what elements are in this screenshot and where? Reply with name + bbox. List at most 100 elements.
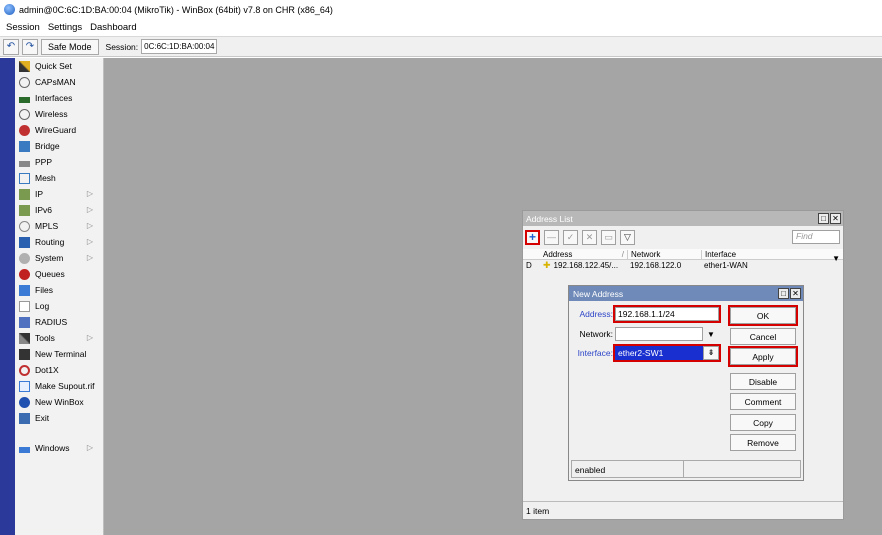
dot1x-icon <box>19 364 30 376</box>
interface-select[interactable]: ether2-SW1 <box>615 346 703 360</box>
copy-button[interactable]: Copy <box>730 414 796 431</box>
sidebar-brand-strip <box>0 58 15 535</box>
sidebar-item-label: New WinBox <box>35 397 84 407</box>
routing-icon <box>19 236 30 248</box>
comment-icon: ▭ <box>604 231 613 242</box>
menu-dashboard[interactable]: Dashboard <box>90 22 136 33</box>
cancel-button[interactable]: Cancel <box>730 328 796 345</box>
column-header-address[interactable]: Address / <box>541 250 627 259</box>
sidebar-item-queues[interactable]: Queues <box>15 266 103 282</box>
sidebar-item-new-terminal[interactable]: New Terminal <box>15 346 103 362</box>
close-button[interactable]: ✕ <box>830 213 841 224</box>
sidebar-item-ipv6[interactable]: IPv6 ▷ <box>15 202 103 218</box>
address-field[interactable]: 192.168.1.1/24 <box>613 305 721 323</box>
sidebar-item-interfaces[interactable]: Interfaces <box>15 90 103 106</box>
mesh-icon <box>19 172 30 184</box>
remove-button[interactable]: — <box>544 229 559 245</box>
address-list-toolbar: + — ✓ ✕ ▭ ▽ Find <box>523 226 843 248</box>
submenu-arrow-icon: ▷ <box>86 443 93 452</box>
sidebar-item-label: Files <box>35 285 53 295</box>
redo-button[interactable]: ↷ <box>22 38 38 55</box>
new-address-dialog: New Address □ ✕ Address: 192.168.1.1/24 … <box>568 285 804 481</box>
menu-session[interactable]: Session <box>6 22 40 33</box>
session-field[interactable]: 0C:6C:1D:BA:00:04 <box>141 39 218 54</box>
redo-icon: ↷ <box>25 41 35 52</box>
apply-button[interactable]: Apply <box>728 346 798 367</box>
column-header-network[interactable]: Network <box>627 249 701 259</box>
sidebar-item-system[interactable]: System ▷ <box>15 250 103 266</box>
ip-icon <box>19 188 30 200</box>
table-row[interactable]: D ✚ 192.168.122.45/... 192.168.122.0 eth… <box>523 260 843 271</box>
sidebar-item-mpls[interactable]: MPLS ▷ <box>15 218 103 234</box>
network-field[interactable] <box>615 327 703 341</box>
submenu-arrow-icon: ▷ <box>86 253 93 262</box>
new-address-title: New Address <box>573 288 624 299</box>
sidebar-item-label: MPLS <box>35 221 59 231</box>
sidebar-item-quick-set[interactable]: Quick Set <box>15 58 103 74</box>
enable-button[interactable]: ✓ <box>563 229 578 245</box>
submenu-arrow-icon: ▷ <box>86 237 93 246</box>
sidebar-item-label: Interfaces <box>35 93 73 103</box>
interface-dropdown-button[interactable]: ⇟ <box>703 346 719 360</box>
sidebar-item-label: Exit <box>35 413 50 423</box>
close-button[interactable]: ✕ <box>790 288 801 299</box>
winbox-icon <box>19 396 30 408</box>
address-table: Address / Network Interface ▼ D ✚ 192.16… <box>523 249 843 271</box>
comment-button[interactable]: ▭ <box>601 229 616 245</box>
sidebar-item-radius[interactable]: RADIUS <box>15 314 103 330</box>
menu-bar: Session Settings Dashboard <box>0 19 882 35</box>
address-entry-icon: ✚ <box>543 260 551 270</box>
sidebar-item-dot1x[interactable]: Dot1X <box>15 362 103 378</box>
mpls-icon <box>19 220 30 232</box>
address-list-status: 1 item <box>523 501 843 519</box>
column-header-interface[interactable]: Interface <box>701 249 777 259</box>
wand-icon <box>19 60 30 72</box>
ipv6-icon <box>19 204 30 216</box>
ok-button[interactable]: OK <box>728 305 798 326</box>
sidebar-item-tools[interactable]: Tools ▷ <box>15 330 103 346</box>
sidebar-item-routing[interactable]: Routing ▷ <box>15 234 103 250</box>
cross-icon: ✕ <box>585 231 594 242</box>
add-button[interactable]: + <box>525 229 540 245</box>
address-list-titlebar[interactable]: Address List □ ✕ <box>523 211 843 226</box>
network-dropdown-icon[interactable]: ▼ <box>707 330 715 339</box>
tools-icon <box>19 332 30 344</box>
sidebar-item-make-supout-rif[interactable]: Make Supout.rif <box>15 378 103 394</box>
sidebar-item-capsman[interactable]: CAPsMAN <box>15 74 103 90</box>
maximize-button[interactable]: □ <box>818 213 829 224</box>
sidebar-item-bridge[interactable]: Bridge <box>15 138 103 154</box>
submenu-arrow-icon: ▷ <box>86 333 93 342</box>
row-address: 192.168.122.45/... <box>553 261 619 270</box>
sidebar-item-label: Windows <box>35 443 70 453</box>
remove-button[interactable]: Remove <box>730 434 796 451</box>
sidebar-item-windows[interactable]: Windows ▷ <box>15 440 103 456</box>
disable-button[interactable]: Disable <box>730 373 796 390</box>
sidebar-item-wireless[interactable]: Wireless <box>15 106 103 122</box>
menu-settings[interactable]: Settings <box>48 22 82 33</box>
queues-icon <box>19 268 30 280</box>
wireguard-icon <box>19 124 30 136</box>
sidebar-item-label: Quick Set <box>35 61 72 71</box>
sidebar-item-label: IP <box>35 189 44 199</box>
disable-button[interactable]: ✕ <box>582 229 597 245</box>
maximize-button[interactable]: □ <box>778 288 789 299</box>
bridge-icon <box>19 140 30 152</box>
find-input[interactable]: Find <box>792 230 840 244</box>
new-address-titlebar[interactable]: New Address □ ✕ <box>569 286 803 301</box>
sidebar-item-mesh[interactable]: Mesh <box>15 170 103 186</box>
network-label: Network: <box>579 329 613 339</box>
sidebar-item-ppp[interactable]: PPP <box>15 154 103 170</box>
sidebar-item-exit[interactable]: Exit <box>15 410 103 426</box>
safe-mode-button[interactable]: Safe Mode <box>41 38 99 55</box>
sidebar-item-wireguard[interactable]: WireGuard <box>15 122 103 138</box>
sidebar-item-new-winbox[interactable]: New WinBox <box>15 394 103 410</box>
sidebar-item-files[interactable]: Files <box>15 282 103 298</box>
main-toolbar: ↶ ↷ Safe Mode Session: 0C:6C:1D:BA:00:04 <box>0 36 882 57</box>
filter-icon: ▽ <box>624 231 631 242</box>
sidebar-item-ip[interactable]: IP ▷ <box>15 186 103 202</box>
undo-button[interactable]: ↶ <box>3 38 19 55</box>
folder-icon <box>19 284 30 296</box>
comment-button[interactable]: Comment <box>730 393 796 410</box>
filter-button[interactable]: ▽ <box>620 229 635 245</box>
sidebar-item-log[interactable]: Log <box>15 298 103 314</box>
